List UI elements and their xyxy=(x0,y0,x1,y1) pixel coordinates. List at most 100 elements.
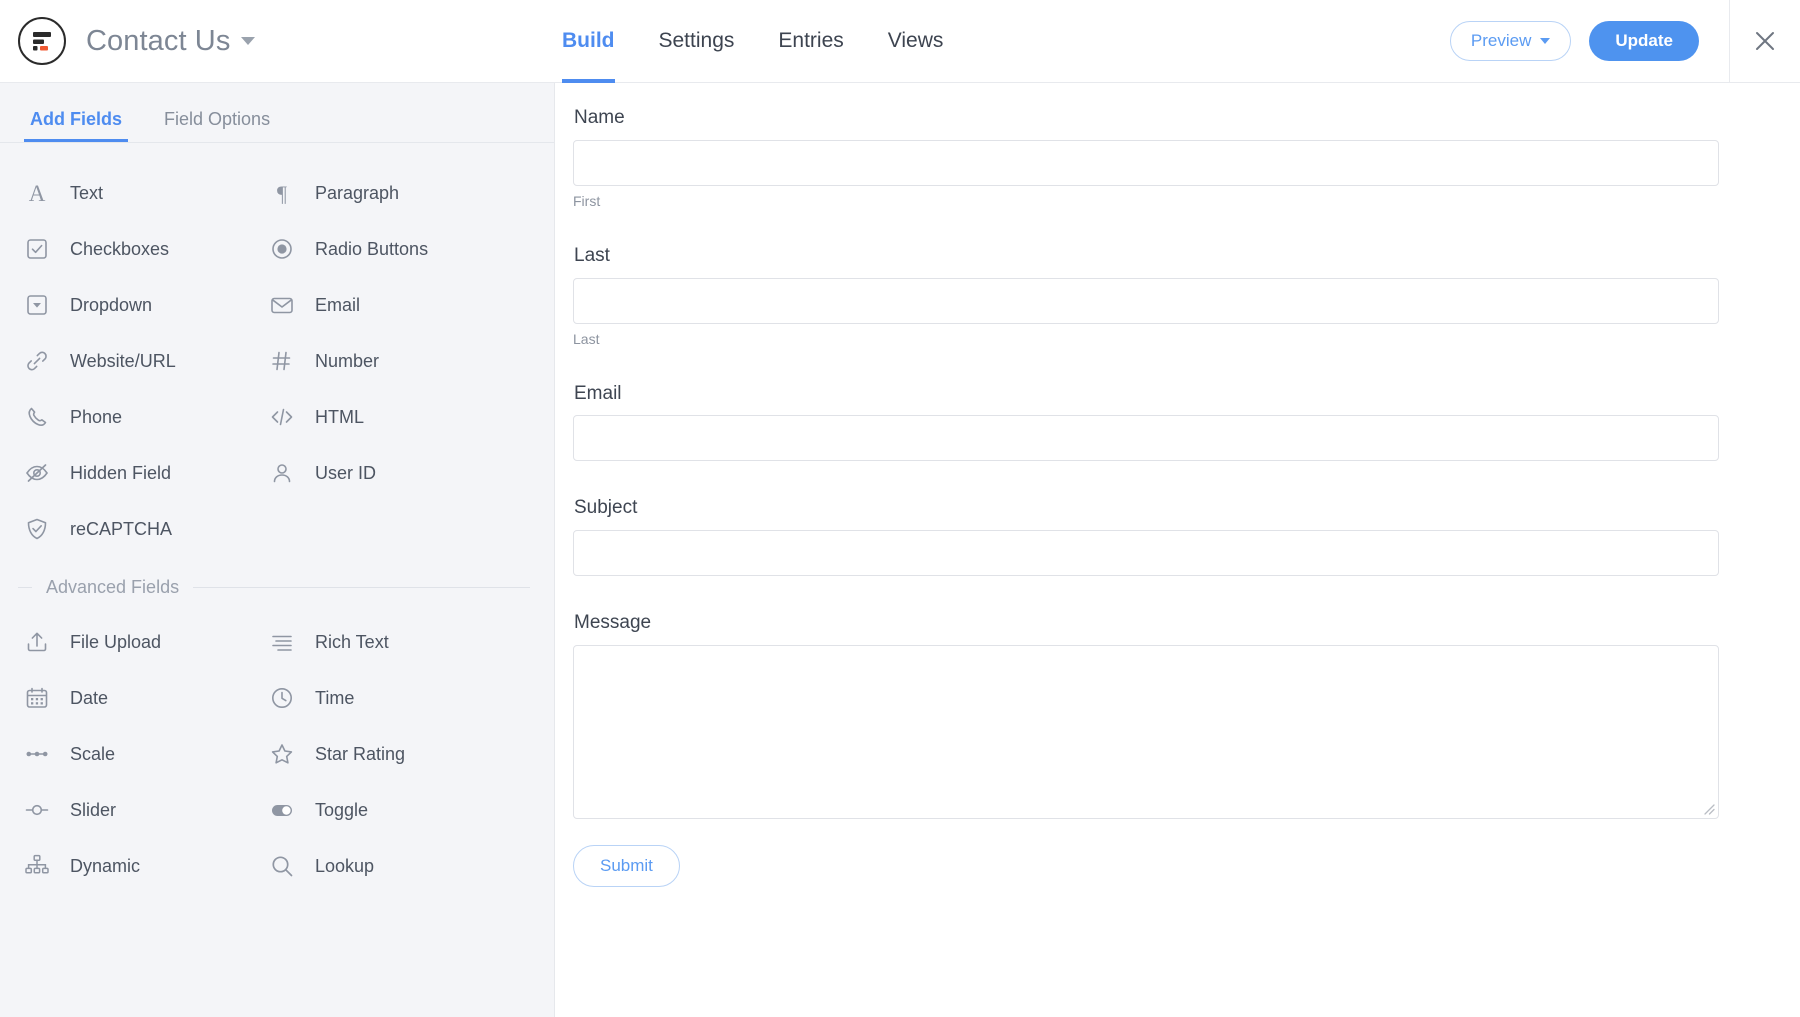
form-field-label: Subject xyxy=(574,497,1800,520)
field-item-phone[interactable]: Phone xyxy=(24,389,269,445)
field-item-toggle[interactable]: Toggle xyxy=(269,782,514,838)
field-item-hidden-field[interactable]: Hidden Field xyxy=(24,445,269,501)
shield-check-icon xyxy=(24,516,64,542)
clock-icon xyxy=(269,685,309,711)
field-label: reCAPTCHA xyxy=(70,519,172,540)
field-item-number[interactable]: Number xyxy=(269,333,514,389)
message-textarea-wrapper xyxy=(573,645,1719,819)
sidebar-tab-add-fields[interactable]: Add Fields xyxy=(24,109,128,142)
advanced-fields-grid: File Upload Rich Text xyxy=(0,604,554,894)
dropdown-icon xyxy=(24,292,64,318)
spacer xyxy=(573,209,1800,245)
tab-settings[interactable]: Settings xyxy=(637,0,757,83)
rich-text-icon xyxy=(269,629,309,655)
submit-button-label: Submit xyxy=(600,856,653,875)
field-label: Email xyxy=(315,295,360,316)
field-label: HTML xyxy=(315,407,364,428)
update-button[interactable]: Update xyxy=(1589,21,1699,61)
field-label: Phone xyxy=(70,407,122,428)
name-first-input[interactable] xyxy=(573,140,1719,186)
field-item-text[interactable]: A Text xyxy=(24,165,269,221)
form-title-dropdown[interactable]: Contact Us xyxy=(66,25,255,58)
update-button-label: Update xyxy=(1615,31,1673,51)
field-label: Radio Buttons xyxy=(315,239,428,260)
tab-views[interactable]: Views xyxy=(866,0,966,83)
field-label: Date xyxy=(70,688,108,709)
brand-area: Contact Us xyxy=(0,17,540,65)
field-label: Dropdown xyxy=(70,295,152,316)
hash-icon xyxy=(269,348,309,374)
slider-icon xyxy=(24,797,64,823)
field-item-user-id[interactable]: User ID xyxy=(269,445,514,501)
main-nav-tabs: Build Settings Entries Views xyxy=(540,0,965,83)
field-label: Number xyxy=(315,351,379,372)
toggle-icon xyxy=(269,797,309,823)
form-fields-container: Name First Last Last Email Subject Messa… xyxy=(556,83,1800,887)
field-item-lookup[interactable]: Lookup xyxy=(269,838,514,894)
svg-text:¶: ¶ xyxy=(277,181,287,206)
scale-icon xyxy=(24,741,64,767)
link-icon xyxy=(24,348,64,374)
field-label: Toggle xyxy=(315,800,368,821)
field-item-website-url[interactable]: Website/URL xyxy=(24,333,269,389)
sidebar-tabs: Add Fields Field Options xyxy=(0,83,554,143)
user-icon xyxy=(269,460,309,486)
tab-entries-label: Entries xyxy=(778,29,843,53)
field-label: Rich Text xyxy=(315,632,389,653)
field-item-dropdown[interactable]: Dropdown xyxy=(24,277,269,333)
sidebar-tab-field-options[interactable]: Field Options xyxy=(158,109,276,142)
field-item-time[interactable]: Time xyxy=(269,670,514,726)
field-item-scale[interactable]: Scale xyxy=(24,726,269,782)
field-label: Text xyxy=(70,183,103,204)
caret-down-icon xyxy=(241,37,255,45)
sidebar-tab-add-fields-label: Add Fields xyxy=(30,109,122,129)
top-bar: Contact Us Build Settings Entries Views … xyxy=(0,0,1800,83)
form-field-sublabel: First xyxy=(573,193,1800,209)
form-field-email: Email xyxy=(573,383,1800,462)
serif-a-icon: A xyxy=(24,180,64,206)
tab-views-label: Views xyxy=(888,29,944,53)
tab-entries[interactable]: Entries xyxy=(756,0,865,83)
field-item-dynamic[interactable]: Dynamic xyxy=(24,838,269,894)
tab-build[interactable]: Build xyxy=(540,0,637,83)
basic-fields-grid: A Text ¶ Paragraph Checkboxes xyxy=(0,143,554,557)
form-field-last: Last Last xyxy=(573,245,1800,347)
checkbox-icon xyxy=(24,236,64,262)
email-input[interactable] xyxy=(573,415,1719,461)
formidable-forms-logo-icon xyxy=(18,17,66,65)
name-last-input[interactable] xyxy=(573,278,1719,324)
radio-button-icon xyxy=(269,236,309,262)
close-icon[interactable] xyxy=(1730,0,1800,83)
spacer xyxy=(573,819,1800,845)
field-item-rich-text[interactable]: Rich Text xyxy=(269,614,514,670)
field-item-date[interactable]: Date xyxy=(24,670,269,726)
hierarchy-icon xyxy=(24,853,64,879)
field-item-slider[interactable]: Slider xyxy=(24,782,269,838)
field-item-radio-buttons[interactable]: Radio Buttons xyxy=(269,221,514,277)
preview-button-label: Preview xyxy=(1471,31,1531,51)
upload-icon xyxy=(24,629,64,655)
submit-button[interactable]: Submit xyxy=(573,845,680,887)
star-icon xyxy=(269,741,309,767)
field-item-email[interactable]: Email xyxy=(269,277,514,333)
field-item-checkboxes[interactable]: Checkboxes xyxy=(24,221,269,277)
field-label: Slider xyxy=(70,800,116,821)
form-field-label: Email xyxy=(574,383,1800,406)
field-label: Website/URL xyxy=(70,351,176,372)
form-preview-canvas: Name First Last Last Email Subject Messa… xyxy=(556,83,1800,1017)
divider-line-left xyxy=(18,587,32,588)
envelope-icon xyxy=(269,292,309,318)
field-item-file-upload[interactable]: File Upload xyxy=(24,614,269,670)
preview-button[interactable]: Preview xyxy=(1450,21,1571,61)
tab-build-label: Build xyxy=(562,29,615,53)
message-textarea[interactable] xyxy=(573,645,1719,819)
field-item-recaptcha[interactable]: reCAPTCHA xyxy=(24,501,269,557)
field-item-paragraph[interactable]: ¶ Paragraph xyxy=(269,165,514,221)
field-item-star-rating[interactable]: Star Rating xyxy=(269,726,514,782)
subject-input[interactable] xyxy=(573,530,1719,576)
advanced-fields-divider: Advanced Fields xyxy=(18,577,530,598)
field-label: Lookup xyxy=(315,856,374,877)
caret-down-icon xyxy=(1540,38,1550,44)
field-label: Checkboxes xyxy=(70,239,169,260)
field-item-html[interactable]: HTML xyxy=(269,389,514,445)
